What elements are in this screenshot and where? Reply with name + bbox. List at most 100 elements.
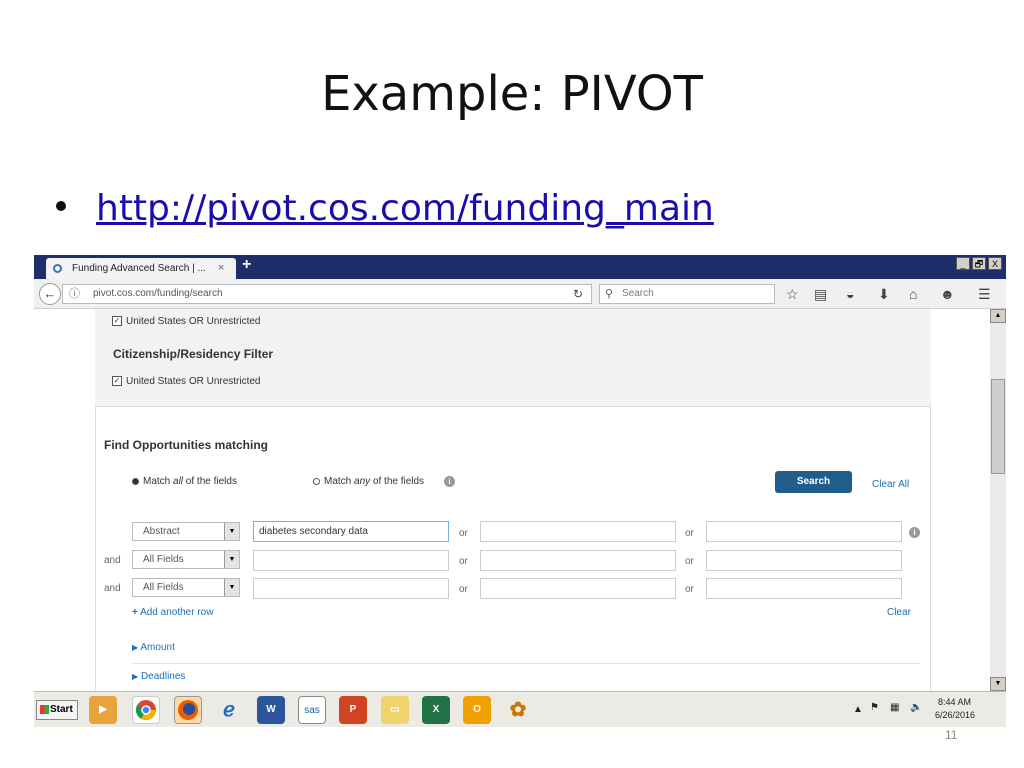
tray-expand-icon[interactable]: ▲: [853, 704, 863, 715]
field-select-value: Abstract: [143, 526, 180, 537]
scroll-thumb[interactable]: [991, 379, 1005, 474]
location-checkbox[interactable]: ✓ United States OR Unrestricted: [112, 316, 261, 327]
reload-icon[interactable]: ↻: [573, 285, 583, 303]
chat-icon[interactable]: ☻: [940, 285, 955, 303]
deadlines-toggle[interactable]: ▶ Deadlines: [132, 671, 185, 682]
address-bar[interactable]: ⓘ pivot.cos.com/funding/search ↻: [62, 284, 592, 304]
or-label: or: [685, 528, 694, 539]
chrome-icon[interactable]: [132, 696, 160, 724]
powerpoint-icon[interactable]: P: [339, 696, 367, 724]
search-form-panel: Find Opportunities matching Match all of…: [95, 406, 931, 691]
add-row-link[interactable]: + Add another row: [132, 607, 213, 618]
match-all-radio[interactable]: Match all of the fields: [132, 476, 237, 487]
match-any-radio[interactable]: Match any of the fields: [313, 476, 424, 487]
pocket-icon[interactable]: ◒: [846, 285, 854, 303]
dropdown-arrow-icon[interactable]: ▼: [224, 579, 239, 596]
info-icon[interactable]: i: [444, 476, 455, 487]
minimize-button[interactable]: _: [956, 257, 970, 270]
triangle-right-icon: ▶: [132, 643, 139, 652]
bullet-dot: [56, 201, 66, 211]
restore-button[interactable]: 🗗: [972, 257, 986, 270]
tab-bar: Funding Advanced Search | ... × + _ 🗗 X: [34, 255, 1006, 279]
site-favicon-icon: [53, 264, 62, 273]
radio-selected-icon: [132, 477, 139, 485]
pivot-link[interactable]: http://pivot.cos.com/funding_main: [96, 188, 714, 229]
clear-link[interactable]: Clear: [887, 607, 911, 618]
checkbox-check-icon: ✓: [112, 316, 122, 327]
term-input-row-1-b[interactable]: [480, 521, 676, 542]
match-all-prefix: Match: [143, 476, 174, 487]
amount-toggle[interactable]: ▶ Amount: [132, 642, 175, 653]
dropdown-arrow-icon[interactable]: ▼: [224, 551, 239, 568]
citizenship-heading: Citizenship/Residency Filter: [113, 347, 274, 361]
term-input-row-2-c[interactable]: [706, 550, 902, 571]
download-icon[interactable]: ⬇: [878, 285, 890, 303]
tab-close-icon[interactable]: ×: [218, 258, 224, 279]
back-arrow-icon[interactable]: ←: [39, 283, 61, 305]
flower-app-icon[interactable]: ✿: [504, 696, 532, 724]
term-input-row-2-a[interactable]: [253, 550, 449, 571]
section-divider: [132, 663, 920, 664]
scroll-up-icon[interactable]: ▲: [990, 309, 1006, 323]
bullet-item: http://pivot.cos.com/funding_main: [56, 188, 714, 229]
tab-title: Funding Advanced Search | ...: [72, 263, 206, 274]
clear-all-link[interactable]: Clear All: [872, 479, 909, 490]
and-label: and: [104, 583, 121, 594]
network-icon[interactable]: ▦: [890, 702, 899, 713]
term-input-row-3-c[interactable]: [706, 578, 902, 599]
windows-taskbar: Start ▶ ℯ W sas P ▭ X O ✿ ▲ ⚑ ▦ 🔈 8:44 A…: [34, 691, 1006, 727]
outlook-icon[interactable]: O: [463, 696, 491, 724]
navigation-bar: ← ⓘ pivot.cos.com/funding/search ↻ ⚲ Sea…: [34, 279, 1006, 309]
term-input-row-3-a[interactable]: [253, 578, 449, 599]
internet-explorer-icon[interactable]: ℯ: [215, 696, 243, 724]
new-tab-button[interactable]: +: [242, 256, 251, 274]
plus-icon: +: [132, 607, 138, 618]
search-button[interactable]: Search: [775, 471, 852, 493]
clock-time[interactable]: 8:44 AM: [938, 697, 971, 707]
page-content: ✓ United States OR Unrestricted Citizensh…: [34, 309, 990, 691]
file-explorer-icon[interactable]: ▭: [381, 696, 409, 724]
term-input-row-1-c[interactable]: [706, 521, 902, 542]
field-select-row-2[interactable]: All Fields ▼: [132, 550, 240, 569]
info-icon[interactable]: i: [909, 527, 920, 538]
deadlines-label: Deadlines: [140, 671, 186, 682]
match-any-prefix: Match: [324, 476, 355, 487]
match-any-suffix: of the fields: [370, 476, 425, 487]
flag-tray-icon[interactable]: ⚑: [870, 702, 879, 713]
start-button[interactable]: Start: [36, 700, 78, 720]
close-window-button[interactable]: X: [988, 257, 1002, 270]
home-icon[interactable]: ⌂: [909, 285, 917, 303]
match-all-em: all: [173, 476, 184, 487]
bookmark-star-icon[interactable]: ☆: [786, 285, 799, 303]
or-label: or: [459, 556, 468, 567]
browser-tab[interactable]: Funding Advanced Search | ... ×: [46, 258, 236, 279]
excel-icon[interactable]: X: [422, 696, 450, 724]
match-any-em: any: [354, 476, 371, 487]
reading-list-icon[interactable]: ▤: [814, 285, 827, 303]
menu-icon[interactable]: ☰: [978, 285, 991, 303]
term-input-row-1-a[interactable]: diabetes secondary data: [253, 521, 449, 542]
clock-date[interactable]: 6/26/2016: [935, 710, 975, 720]
match-all-suffix: of the fields: [183, 476, 237, 487]
term-input-row-3-b[interactable]: [480, 578, 676, 599]
volume-icon[interactable]: 🔈: [910, 702, 922, 713]
media-player-icon[interactable]: ▶: [89, 696, 117, 724]
or-label: or: [459, 584, 468, 595]
term-input-row-2-b[interactable]: [480, 550, 676, 571]
search-input[interactable]: ⚲ Search: [599, 284, 775, 304]
site-info-icon[interactable]: ⓘ: [69, 285, 80, 303]
or-label: or: [459, 528, 468, 539]
citizenship-checkbox[interactable]: ✓ United States OR Unrestricted: [112, 376, 261, 387]
vertical-scrollbar[interactable]: ▲ ▼: [990, 309, 1006, 691]
word-icon[interactable]: W: [257, 696, 285, 724]
sas-icon[interactable]: sas: [298, 696, 326, 724]
firefox-icon[interactable]: [174, 696, 202, 724]
and-label: and: [104, 555, 121, 566]
dropdown-arrow-icon[interactable]: ▼: [224, 523, 239, 540]
url-text: pivot.cos.com/funding/search: [93, 288, 223, 299]
field-select-row-1[interactable]: Abstract ▼: [132, 522, 240, 541]
field-select-value: All Fields: [143, 554, 184, 565]
field-select-row-3[interactable]: All Fields ▼: [132, 578, 240, 597]
scroll-down-icon[interactable]: ▼: [990, 677, 1006, 691]
start-label: Start: [50, 704, 73, 715]
